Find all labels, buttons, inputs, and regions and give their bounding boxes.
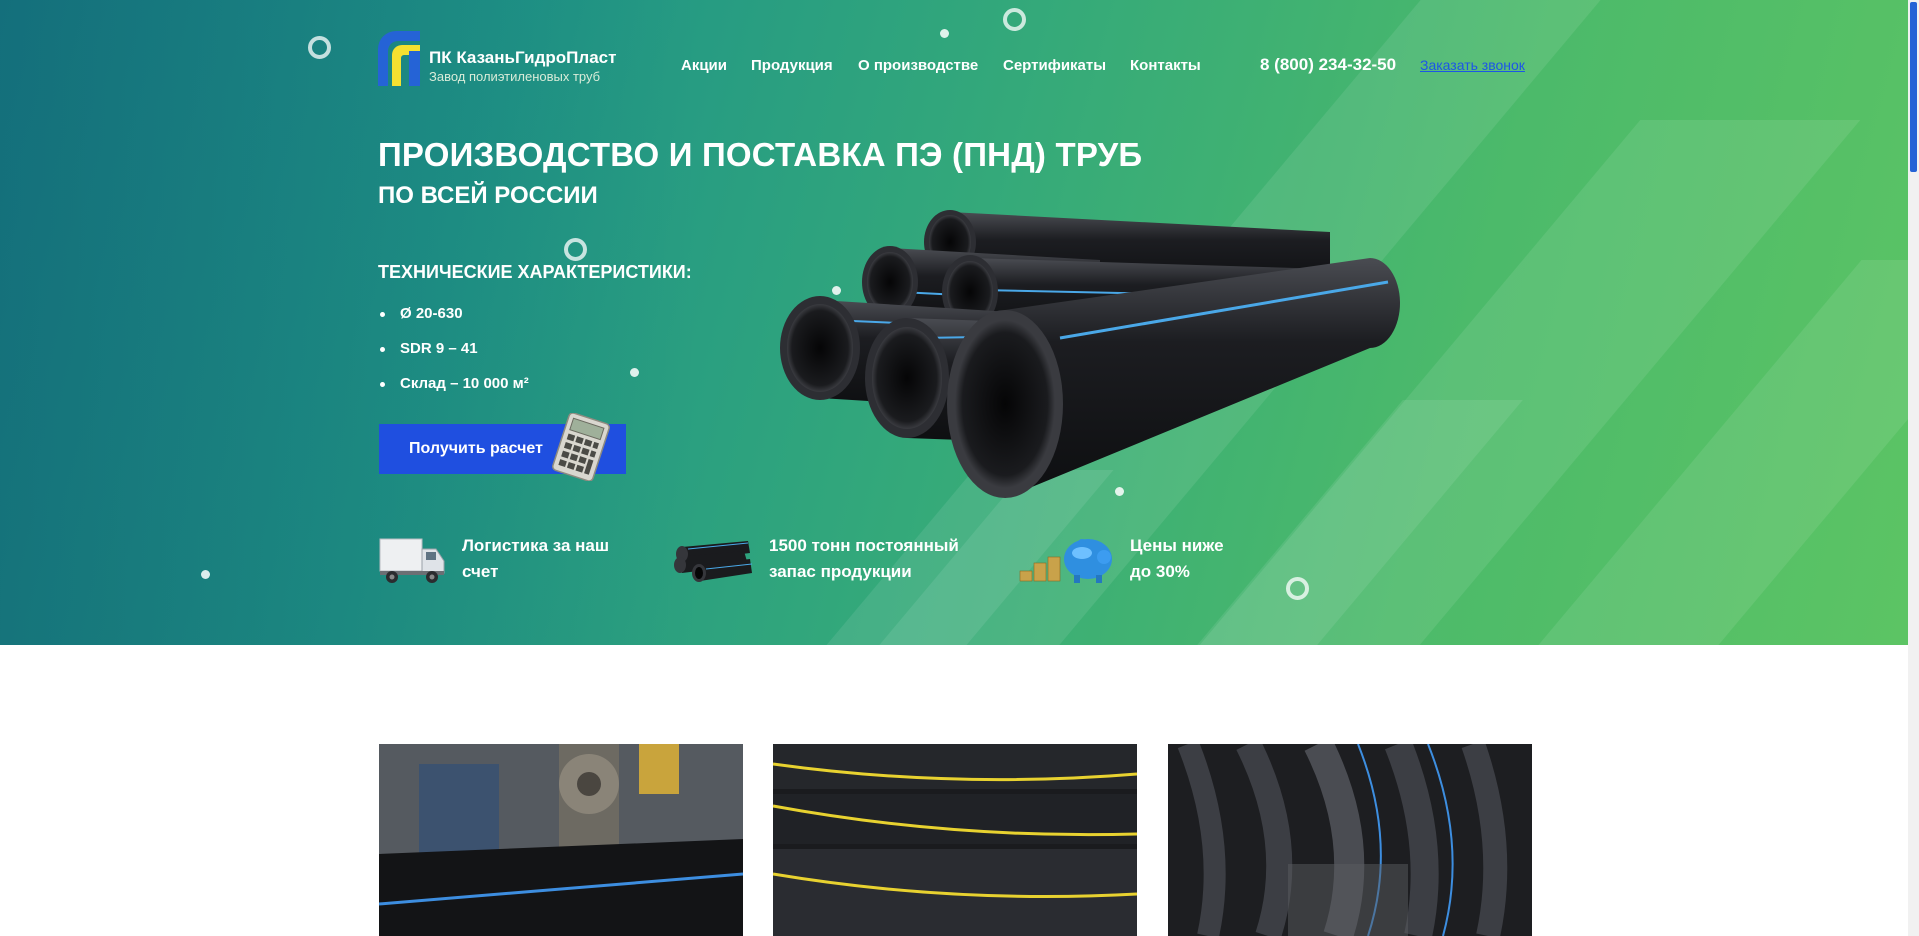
feature-line: 1500 тонн постоянный — [769, 536, 959, 555]
pipe-yellow-stripe-photo — [773, 744, 1137, 936]
hero-subtitle: ПО ВСЕЙ РОССИИ — [378, 182, 598, 209]
phone-number[interactable]: 8 (800) 234-32-50 — [1260, 55, 1396, 75]
gallery-card-machine[interactable] — [379, 744, 743, 936]
specs-title: ТЕХНИЧЕСКИЕ ХАРАКТЕРИСТИКИ: — [378, 262, 692, 282]
logo-mark-icon — [378, 31, 420, 86]
feature-text: 1500 тонн постоянный запас продукции — [769, 533, 959, 585]
feature-line: запас продукции — [769, 562, 912, 581]
nav-item-certificates[interactable]: Сертификаты — [1003, 57, 1106, 74]
nav-item-contacts[interactable]: Контакты — [1130, 57, 1201, 74]
page-scrollbar[interactable] — [1908, 0, 1919, 936]
spec-item: Склад – 10 000 м² — [378, 370, 529, 405]
decor-dot — [940, 29, 949, 38]
decor-ring — [1286, 577, 1309, 600]
calculator-icon — [552, 413, 610, 481]
feature-line: Логистика за наш — [462, 536, 610, 555]
scrollbar-thumb[interactable] — [1910, 2, 1917, 172]
gallery-card-yellow-stripe[interactable] — [773, 744, 1137, 936]
piggy-bank-icon — [1019, 539, 1112, 583]
hero-section: ПК КазаньГидроПласт Завод полиэтиленовых… — [0, 0, 1908, 645]
pipe-machine-photo — [379, 744, 743, 936]
callback-link[interactable]: Заказать звонок — [1420, 57, 1525, 73]
hero-title: ПРОИЗВОДСТВО И ПОСТАВКА ПЭ (ПНД) ТРУБ — [378, 136, 1143, 173]
pipes-hero-image — [780, 210, 1401, 498]
decor-ring — [564, 238, 587, 261]
feature-line: Цены ниже — [1130, 536, 1224, 555]
logo[interactable]: ПК КазаньГидроПласт Завод полиэтиленовых… — [378, 31, 618, 87]
feature-line: счет — [462, 562, 499, 581]
truck-icon — [379, 538, 445, 583]
decor-dot — [201, 570, 210, 579]
pipe-coils-photo — [1168, 744, 1532, 936]
specs-list: Ø 20-630 SDR 9 – 41 Склад – 10 000 м² — [378, 300, 529, 405]
feature-text: Логистика за наш счет — [462, 533, 609, 585]
gallery-card-coils[interactable] — [1168, 744, 1532, 936]
decor-dot — [630, 368, 639, 377]
feature-text: Цены ниже до 30% — [1130, 533, 1224, 585]
nav-item-promo[interactable]: Акции — [681, 57, 727, 74]
pipes-icon — [674, 541, 753, 582]
feature-line: до 30% — [1130, 562, 1190, 581]
spec-item: Ø 20-630 — [378, 300, 529, 335]
nav-item-products[interactable]: Продукция — [751, 57, 833, 74]
brand-tagline: Завод полиэтиленовых труб — [429, 69, 601, 84]
decor-ring — [1003, 8, 1026, 31]
spec-item: SDR 9 – 41 — [378, 335, 529, 370]
brand-name: ПК КазаньГидроПласт — [429, 48, 617, 67]
nav-item-production[interactable]: О производстве — [858, 57, 978, 74]
decor-ring — [308, 36, 331, 59]
